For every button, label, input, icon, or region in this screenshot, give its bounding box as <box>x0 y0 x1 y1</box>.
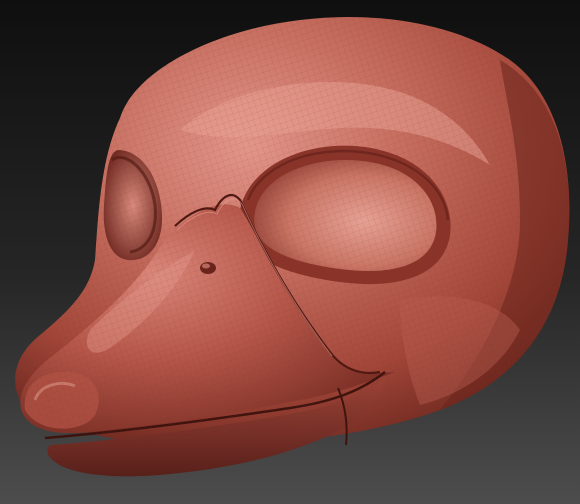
viewport <box>0 0 580 504</box>
duck-head-render <box>0 0 580 504</box>
